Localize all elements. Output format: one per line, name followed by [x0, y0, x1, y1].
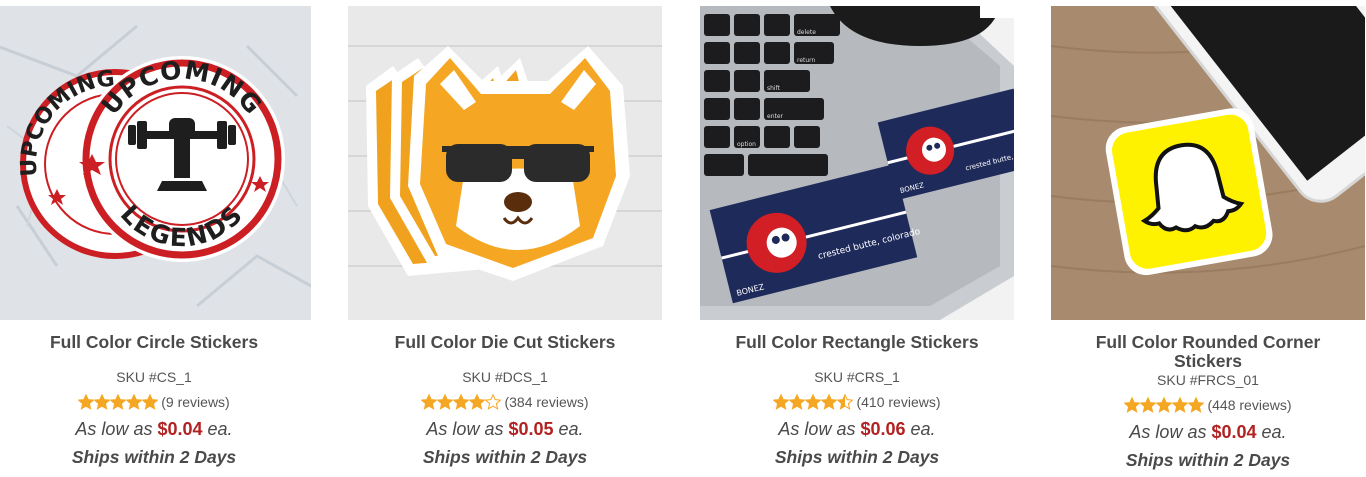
- star-rating: [78, 394, 159, 410]
- key-label-enter: enter: [767, 113, 784, 120]
- star-icon: [142, 394, 159, 410]
- reviews-link[interactable]: (384 reviews): [504, 394, 588, 410]
- shipping-info: Ships within 2 Days: [774, 447, 940, 467]
- product-rating: (384 reviews): [348, 393, 662, 411]
- price-amount: $0.04: [1211, 422, 1257, 442]
- key-label-shift: shift: [767, 85, 781, 92]
- product-card-rounded-corner: Full Color Rounded Corner Stickers SKU #…: [1051, 6, 1365, 471]
- star-icon: [485, 394, 502, 410]
- product-image-circle[interactable]: UPCOMING LEGENDS UPCOMING: [0, 6, 311, 320]
- price-suffix: ea.: [1261, 422, 1287, 442]
- key-label-return: return: [797, 57, 816, 64]
- product-price: As low as $0.04 ea.: [0, 418, 311, 440]
- star-icon: [1140, 397, 1157, 413]
- price-amount: $0.04: [157, 419, 203, 439]
- star-icon: [469, 394, 486, 410]
- price-prefix: As low as: [426, 419, 504, 439]
- star-icon: [94, 394, 111, 410]
- star-icon: [773, 394, 790, 410]
- reviews-link[interactable]: (410 reviews): [856, 394, 940, 410]
- product-card-circle: UPCOMING LEGENDS UPCOMING Full Color Cir…: [0, 6, 311, 468]
- star-icon: [805, 394, 822, 410]
- product-image-rectangle[interactable]: delete return shift option enter BONEZ c…: [700, 6, 1014, 320]
- product-card-rectangle: delete return shift option enter BONEZ c…: [700, 6, 1014, 468]
- star-icon: [453, 394, 470, 410]
- shipping-info: Ships within 2 Days: [1125, 450, 1291, 470]
- price-amount: $0.06: [860, 419, 906, 439]
- rectangle-sticker-photo: delete return shift option enter BONEZ c…: [700, 6, 1014, 320]
- product-card-die-cut: Full Color Die Cut Stickers SKU #DCS_1 (…: [348, 6, 662, 468]
- reviews-link[interactable]: (9 reviews): [161, 394, 229, 410]
- key-label-delete: delete: [797, 29, 816, 36]
- star-icon: [78, 394, 95, 410]
- price-suffix: ea.: [207, 419, 233, 439]
- product-title[interactable]: Full Color Rounded Corner Stickers: [1051, 333, 1365, 371]
- product-sku: SKU #FRCS_01: [1157, 372, 1259, 388]
- price-prefix: As low as: [778, 419, 856, 439]
- shipping-info: Ships within 2 Days: [422, 447, 588, 467]
- star-icon: [110, 394, 127, 410]
- product-sku: SKU #DCS_1: [462, 369, 548, 385]
- corgi-sticker-photo: [348, 6, 662, 320]
- product-price: As low as $0.06 ea.: [700, 418, 1014, 440]
- star-icon: [789, 394, 806, 410]
- product-image-die-cut[interactable]: [348, 6, 662, 320]
- shipping-info: Ships within 2 Days: [71, 447, 237, 467]
- star-icon: [126, 394, 143, 410]
- reviews-link[interactable]: (448 reviews): [1207, 397, 1291, 413]
- star-icon: [821, 394, 838, 410]
- product-rating: (410 reviews): [700, 393, 1014, 411]
- circle-sticker-photo: UPCOMING LEGENDS UPCOMING: [0, 6, 311, 320]
- star-rating: [773, 394, 854, 410]
- product-sku: SKU #CRS_1: [814, 369, 900, 385]
- price-amount: $0.05: [508, 419, 554, 439]
- product-title[interactable]: Full Color Die Cut Stickers: [348, 333, 662, 352]
- product-price: As low as $0.04 ea.: [1051, 421, 1365, 443]
- star-icon: [437, 394, 454, 410]
- product-rating: (9 reviews): [0, 393, 311, 411]
- product-rating: (448 reviews): [1051, 396, 1365, 414]
- star-rating: [421, 394, 502, 410]
- price-prefix: As low as: [75, 419, 153, 439]
- product-image-rounded-corner[interactable]: [1051, 6, 1365, 320]
- star-icon: [1124, 397, 1141, 413]
- star-icon: [421, 394, 438, 410]
- product-title[interactable]: Full Color Circle Stickers: [0, 333, 311, 352]
- key-label-option: option: [737, 141, 756, 148]
- rounded-sticker-photo: [1051, 6, 1365, 320]
- product-price: As low as $0.05 ea.: [348, 418, 662, 440]
- product-title[interactable]: Full Color Rectangle Stickers: [700, 333, 1014, 352]
- star-icon: [1188, 397, 1205, 413]
- product-grid: UPCOMING LEGENDS UPCOMING Full Color Cir…: [0, 0, 1366, 477]
- star-icon: [837, 394, 854, 410]
- star-icon: [1172, 397, 1189, 413]
- price-suffix: ea.: [910, 419, 936, 439]
- price-prefix: As low as: [1129, 422, 1207, 442]
- star-rating: [1124, 397, 1205, 413]
- star-icon: [1156, 397, 1173, 413]
- product-sku: SKU #CS_1: [116, 369, 192, 385]
- price-suffix: ea.: [558, 419, 584, 439]
